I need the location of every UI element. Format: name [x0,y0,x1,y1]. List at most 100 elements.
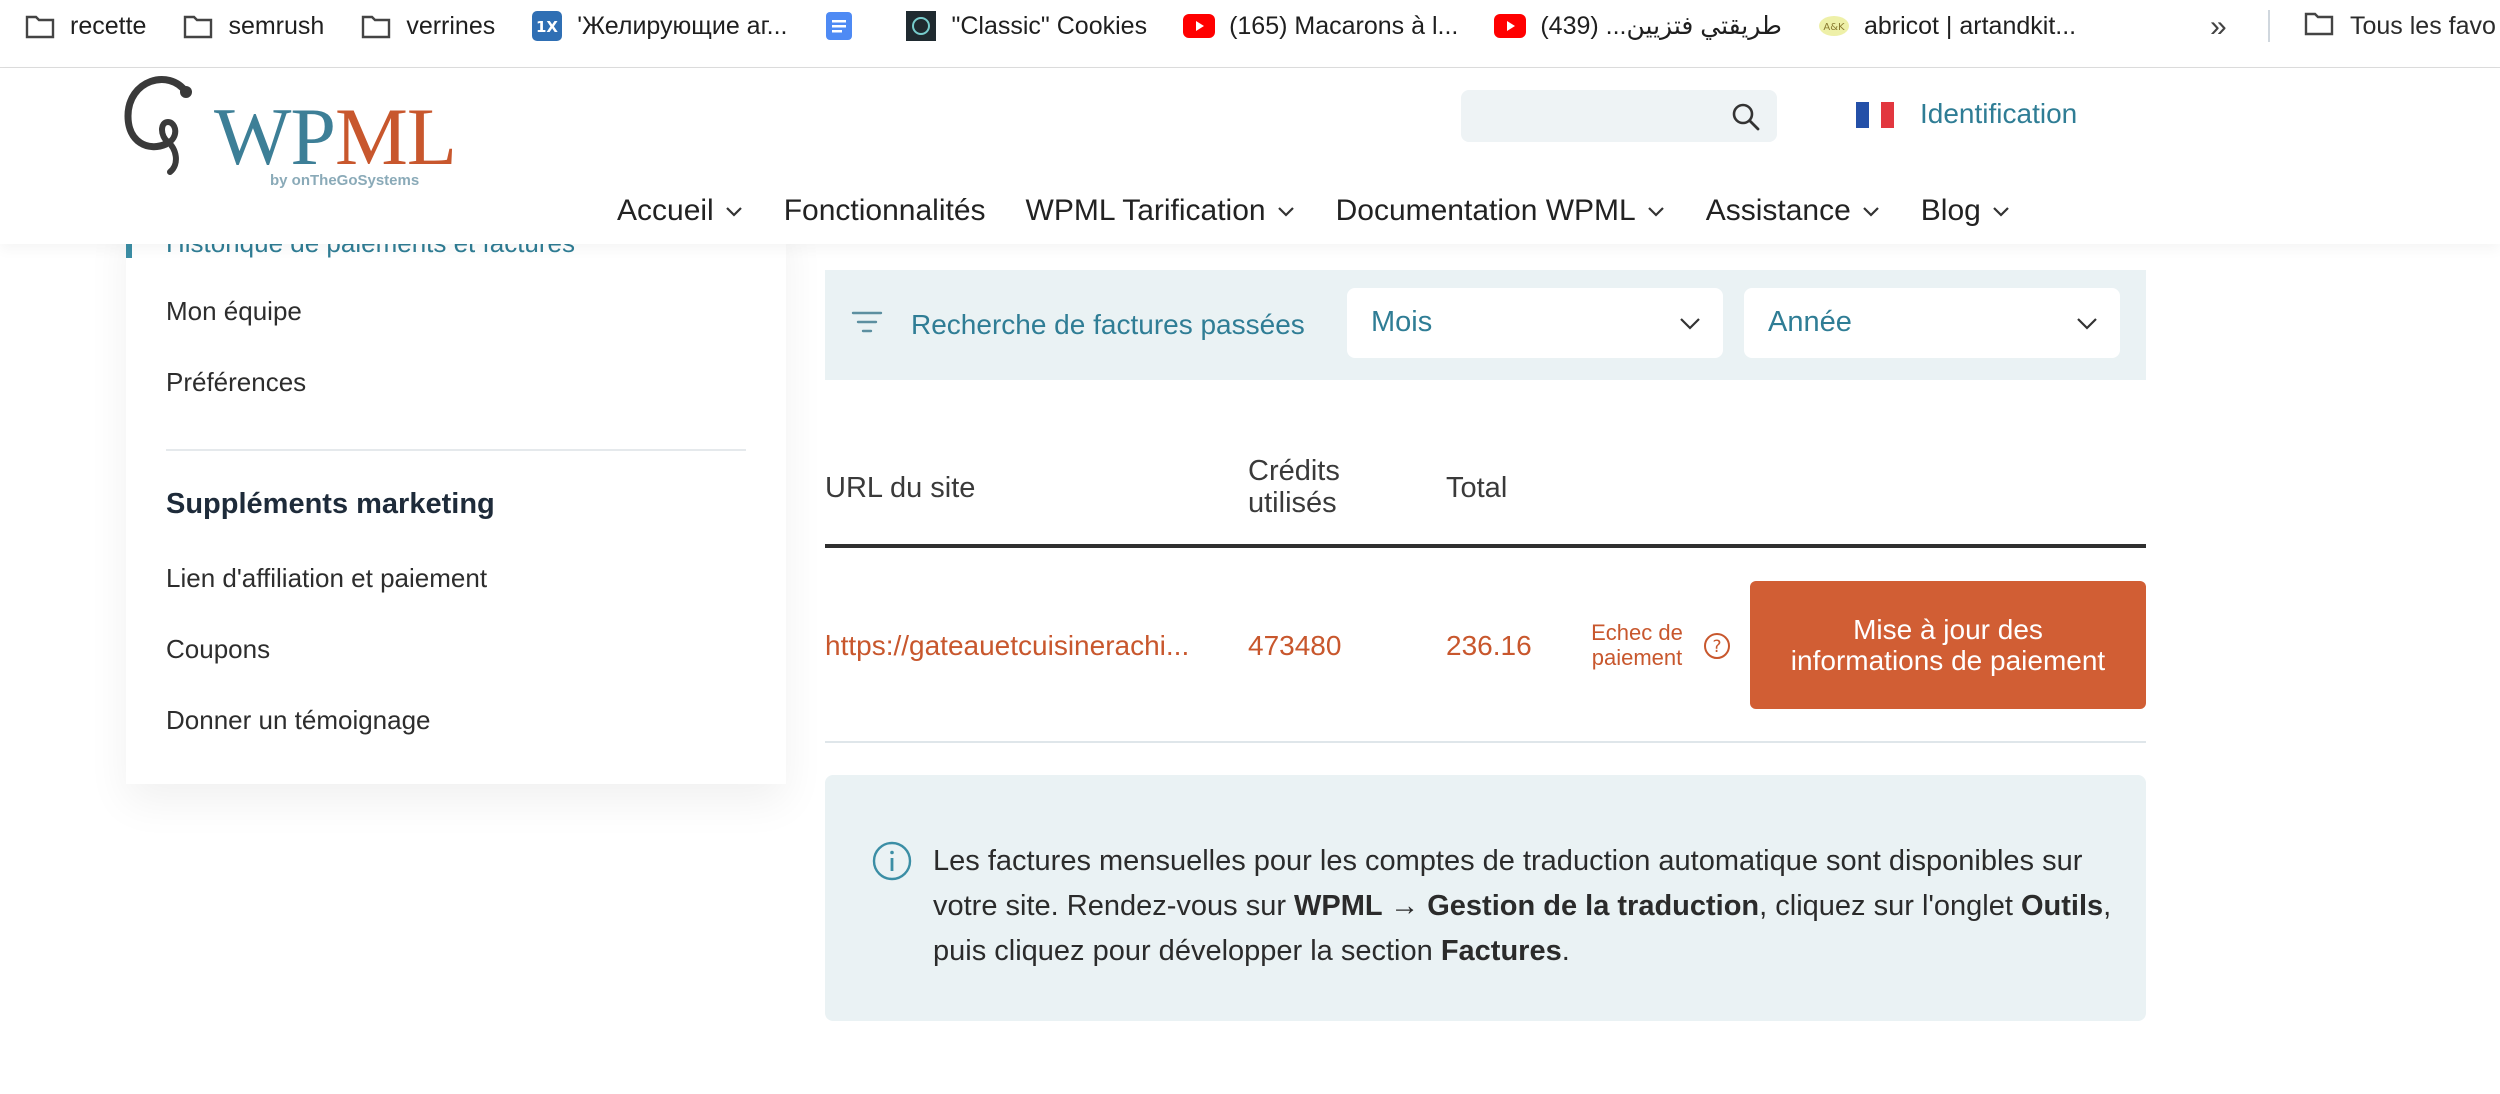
sidebar-item-coupons[interactable]: Coupons [166,634,270,665]
invoice-info-notice: Les factures mensuelles pour les comptes… [825,775,2146,1021]
bookmark-label: abricot | artandkit... [1863,11,2077,40]
bookmark-classic-cookies[interactable]: "Classic" Cookies [905,10,1147,42]
invoice-credits: 473480 [1248,630,1342,661]
info-text-part: , cliquez sur l'onglet [1759,890,2021,922]
account-sidebar: Historique de paiements et factures Mon … [126,210,786,784]
folder-icon [182,10,214,42]
question-circle-icon[interactable]: ? [1703,632,1731,660]
nav-label: Fonctionnalités [783,194,986,227]
nav-item-pricing[interactable]: WPML Tarification [1026,194,1296,228]
site-icon-artandkit: A&K [1818,10,1850,42]
bookmark-all-favorites[interactable]: Tous les favo [2304,10,2496,42]
nav-label: Blog [1920,194,1981,227]
logo-byline: by onTheGoSystems [270,172,420,189]
nav-item-features[interactable]: Fonctionnalités [784,194,986,228]
table-row-divider [825,741,2146,743]
site-icon-cookies [905,10,937,42]
bookmark-recette[interactable]: recette [24,10,146,42]
folder-icon [24,10,56,42]
bookmark-label: Tous les favo [2350,11,2496,40]
bookmark-google-docs[interactable] [823,10,869,42]
sidebar-item-affiliate[interactable]: Lien d'affiliation et paiement [166,563,487,594]
wpml-logo[interactable]: WPML by onTheGoSystems [124,72,457,192]
status-line: paiement [1591,645,1683,670]
month-select-value: Mois [1371,306,1433,338]
column-header-credits: Crédits utilisés [1248,455,1340,519]
bookmark-macarons[interactable]: (165) Macarons à l... [1183,10,1458,42]
chevron-down-icon [1277,207,1294,217]
nav-item-support[interactable]: Assistance [1706,194,1881,228]
chevron-down-icon [1993,207,2009,217]
bookmarks-bar: recette semrush verrines 1X 'Желирующие … [0,0,2500,52]
table-header-divider [825,544,2146,548]
payment-failed-status: Echec de paiement [1586,620,1688,670]
svg-text:1X: 1X [536,18,558,36]
bookmark-semrush[interactable]: semrush [182,10,324,42]
sidebar-divider [166,449,746,451]
nav-item-home[interactable]: Accueil [617,194,744,228]
invoice-filter-bar: Recherche de factures passées Mois Année [825,270,2146,380]
sidebar-item-team[interactable]: Mon équipe [166,296,302,327]
site-header: WPML by onTheGoSystems Identification Ac… [0,68,2500,244]
nav-item-blog[interactable]: Blog [1921,194,2011,228]
folder-icon [360,10,392,42]
info-text: Les factures mensuelles pour les comptes… [933,839,2123,974]
status-line: Echec de [1591,620,1683,645]
bookmarks-overflow-button[interactable]: » [2210,10,2227,44]
bookmark-label: semrush [228,11,325,40]
info-text-part: . [1561,935,1570,967]
french-flag-icon[interactable] [1856,102,1895,128]
bookmark-abricot[interactable]: A&K abricot | artandkit... [1818,10,2076,42]
info-path-wpml: WPML → Gestion de la traduction [1294,890,1760,922]
filter-label: Recherche de factures passées [911,309,1305,340]
nav-label: WPML Tarification [1025,194,1266,227]
bookmark-gelling-agents[interactable]: 1X 'Желирующие аг... [531,10,787,42]
chevron-down-icon [1680,318,1700,330]
column-header-total: Total [1446,472,1508,504]
invoice-site-url[interactable]: https://gateauetcuisinerachi... [825,630,1189,662]
month-select[interactable]: Mois [1347,288,1723,358]
bookmark-label: "Classic" Cookies [951,11,1148,40]
info-icon [871,840,913,882]
chevron-down-icon [1863,207,1879,217]
year-select[interactable]: Année [1744,288,2120,358]
invoice-total: 236.16 [1446,630,1532,661]
info-tab-tools: Outils [2021,890,2104,922]
svg-text:A&K: A&K [1823,22,1845,33]
nav-label: Assistance [1705,194,1851,227]
search-icon [1731,102,1761,132]
main-nav: Accueil Fonctionnalités WPML Tarificatio… [617,194,2051,228]
svg-text:?: ? [1712,637,1721,657]
column-header-site-url: URL du site [825,472,976,504]
wpml-logo-mark-icon [124,76,192,175]
chevron-down-icon [725,207,742,217]
nav-label: Accueil [617,194,714,227]
column-header-credits-line: Crédits [1248,455,1340,487]
filter-icon [849,308,885,336]
update-payment-info-button[interactable]: Mise à jour des informations de paiement [1750,581,2146,709]
bookmark-arabic-video[interactable]: طريقتي فتزيين... (439) [1494,10,1782,42]
site-icon-1x: 1X [531,10,563,42]
youtube-icon [1183,10,1216,42]
sidebar-heading-marketing: Suppléments marketing [166,488,495,520]
wpml-logo-text: WPML [214,91,457,182]
search-input[interactable] [1461,90,1777,142]
google-docs-icon [823,10,855,42]
chevron-down-icon [1647,207,1664,217]
bookmark-verrines[interactable]: verrines [360,10,495,42]
login-link[interactable]: Identification [1920,98,2077,130]
sidebar-item-testimonial[interactable]: Donner un témoignage [166,705,431,736]
bookmark-label: (165) Macarons à l... [1229,11,1459,40]
chevron-down-icon [2077,318,2097,330]
bookmark-label: 'Желирующие аг... [577,11,788,40]
bookmark-label: verrines [406,11,496,40]
year-select-value: Année [1768,306,1852,338]
sidebar-item-preferences[interactable]: Préférences [166,367,306,398]
bookmarks-separator [2268,10,2270,42]
nav-item-documentation[interactable]: Documentation WPML [1336,194,1666,228]
column-header-credits-line: utilisés [1248,487,1337,519]
nav-label: Documentation WPML [1335,194,1636,227]
info-section-invoices: Factures [1440,935,1562,967]
bookmark-label: طريقتي فتزيين... (439) [1540,12,1782,40]
bookmark-label: recette [70,11,147,40]
